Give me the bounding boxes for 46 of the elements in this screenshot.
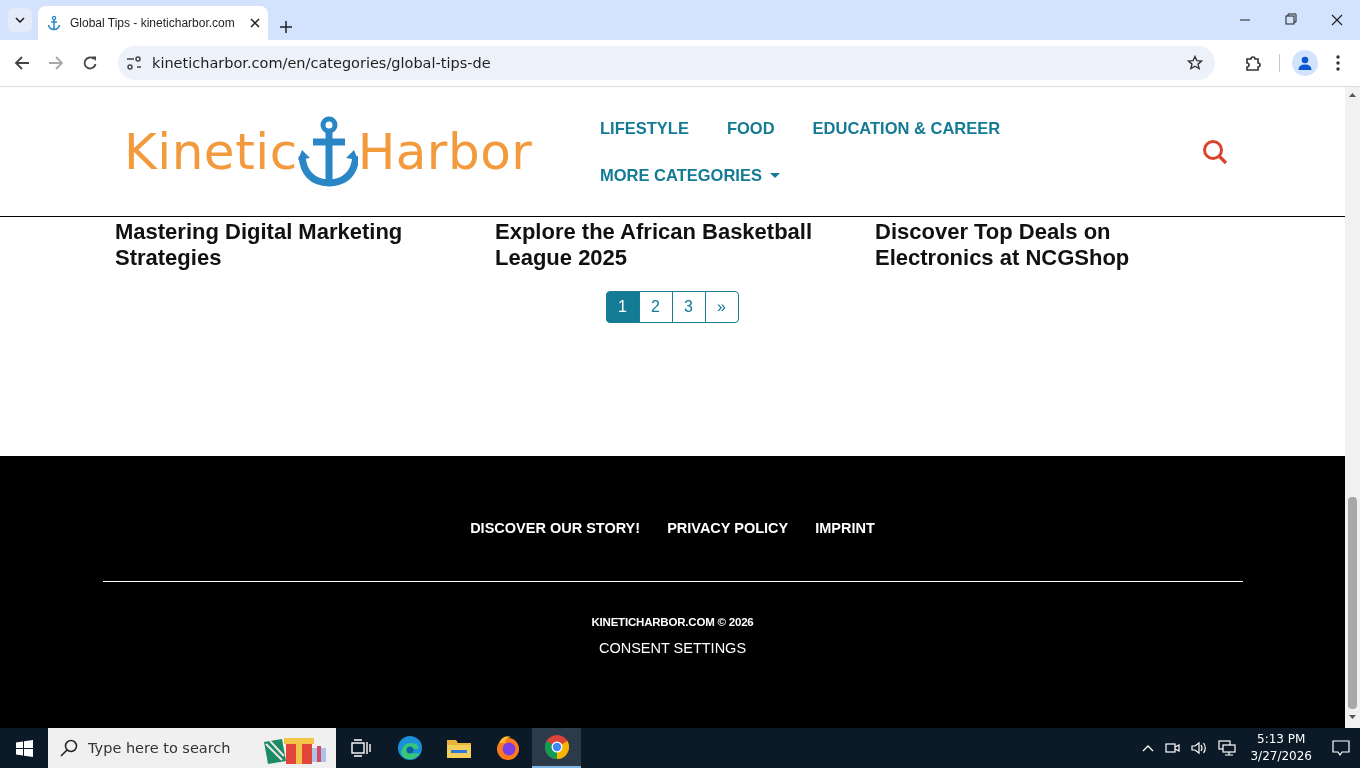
- search-field[interactable]: Type here to search: [48, 728, 336, 768]
- windows-icon: [15, 739, 33, 757]
- nav-link[interactable]: LIFESTYLE: [600, 118, 689, 138]
- profile-icon[interactable]: [1292, 50, 1318, 76]
- star-icon[interactable]: [1187, 55, 1203, 71]
- browser-icon[interactable]: [396, 735, 423, 761]
- clock-date[interactable]: 3/27/2026: [1250, 748, 1312, 765]
- new-tab-icon[interactable]: [280, 21, 292, 33]
- nav-dropdown[interactable]: MORE CATEGORIES: [600, 165, 1001, 185]
- folder-icon[interactable]: [445, 737, 472, 759]
- page-link[interactable]: 3: [671, 291, 706, 323]
- page-link[interactable]: 1: [605, 291, 640, 323]
- speaker-icon[interactable]: [1190, 740, 1209, 756]
- browser-icon[interactable]: [494, 735, 521, 761]
- browser-tab[interactable]: Global Tips - kineticharbor.com: [38, 6, 268, 40]
- caret-icon: [15, 17, 25, 23]
- network-icon[interactable]: [1218, 740, 1237, 756]
- browser-icon[interactable]: [543, 734, 570, 760]
- search-icon[interactable]: [1202, 138, 1228, 165]
- footer-link[interactable]: DISCOVER OUR STORY!: [470, 520, 641, 536]
- footer-link[interactable]: IMPRINT: [815, 520, 875, 536]
- clock-time[interactable]: 5:13 PM: [1257, 731, 1306, 748]
- footer-link[interactable]: PRIVACY POLICY: [667, 520, 789, 536]
- notification-icon[interactable]: [1332, 739, 1350, 757]
- page-link[interactable]: »: [704, 291, 739, 323]
- search-icon: [60, 739, 78, 757]
- anchor-icon: [297, 115, 358, 188]
- close-icon[interactable]: [250, 18, 260, 28]
- chevron-up-icon[interactable]: [1142, 744, 1155, 752]
- tab-list-button[interactable]: [8, 8, 32, 32]
- camera-icon[interactable]: [1164, 740, 1181, 756]
- article-title[interactable]: Discover Top Deals on Electronics at NCGShop: [875, 219, 1235, 271]
- logo-text: Kinetic: [124, 126, 298, 177]
- page-link[interactable]: 2: [638, 291, 673, 323]
- task-view-icon[interactable]: [350, 739, 371, 757]
- article-title[interactable]: Mastering Digital Marketing Strategies: [115, 219, 475, 271]
- nav-link[interactable]: EDUCATION & CAREER: [812, 118, 1001, 138]
- site-settings-icon[interactable]: [126, 56, 142, 70]
- article-title[interactable]: Explore the African Basketball League 2025: [495, 219, 855, 271]
- address-bar[interactable]: kineticharbor.com/en/categories/global-tips-de: [118, 46, 1215, 80]
- anchor-icon: [46, 15, 62, 31]
- nav-link[interactable]: FOOD: [726, 118, 775, 138]
- consent-settings-link[interactable]: CONSENT SETTINGS: [598, 640, 747, 656]
- copyright-text: KINETICHARBOR.COM © 2026: [591, 616, 754, 628]
- caret-icon: [769, 172, 780, 178]
- logo-text: Harbor: [357, 126, 533, 177]
